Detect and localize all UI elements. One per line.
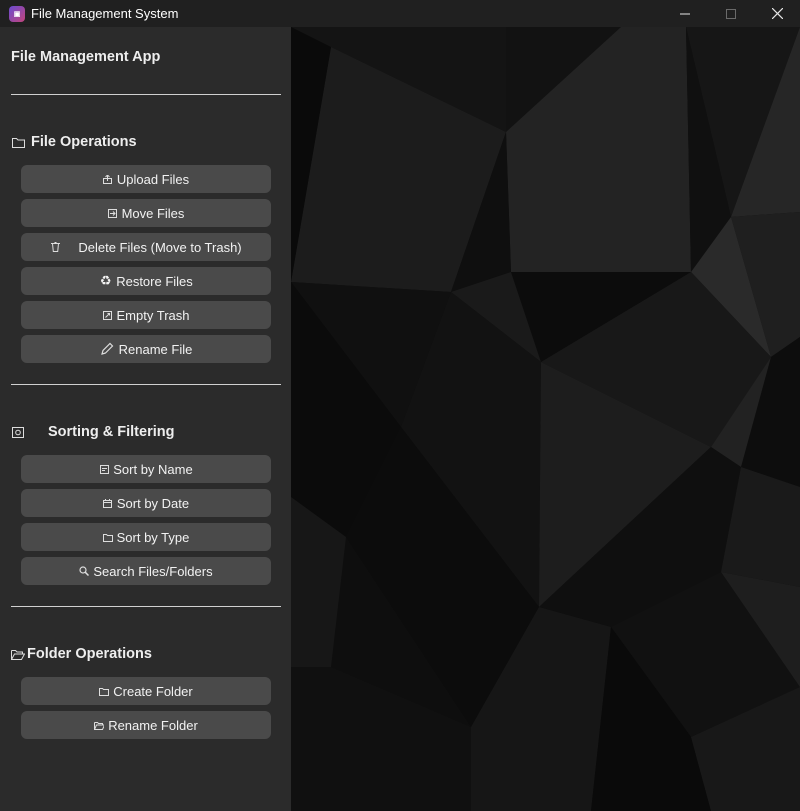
section-title: Sorting & Filtering [48, 424, 175, 440]
button-label: Search Files/Folders [93, 563, 213, 579]
search-icon [79, 566, 90, 576]
close-icon[interactable] [754, 0, 800, 27]
move-icon [108, 208, 118, 218]
sidebar: File Management App File Operations Uplo… [0, 27, 291, 811]
search-files-button[interactable]: Search Files/Folders [21, 557, 271, 585]
maximize-icon[interactable] [708, 0, 754, 27]
upload-icon [103, 174, 113, 184]
folder-type-icon [102, 532, 113, 542]
rename-file-button[interactable]: Rename File [21, 335, 271, 363]
button-label: Sort by Type [116, 529, 190, 545]
create-folder-icon [99, 686, 110, 696]
open-folder-icon [11, 648, 25, 660]
section-folder-operations: Folder Operations [11, 646, 152, 662]
button-label: Delete Files (Move to Trash) [78, 239, 242, 255]
section-title: Folder Operations [27, 646, 152, 662]
button-label: Upload Files [116, 171, 190, 187]
minimize-icon[interactable] [662, 0, 708, 27]
restore-files-button[interactable]: ♻ Restore Files [21, 267, 271, 295]
empty-trash-icon [103, 310, 113, 320]
rename-folder-button[interactable]: Rename Folder [21, 711, 271, 739]
create-folder-button[interactable]: Create Folder [21, 677, 271, 705]
move-files-button[interactable]: Move Files [21, 199, 271, 227]
sort-by-type-button[interactable]: Sort by Type [21, 523, 271, 551]
section-sorting-filtering: Sorting & Filtering [11, 424, 174, 440]
sort-by-name-button[interactable]: Sort by Name [21, 455, 271, 483]
calendar-icon [103, 498, 113, 508]
section-file-operations: File Operations [11, 134, 137, 150]
divider [11, 606, 281, 607]
section-title: File Operations [31, 134, 137, 150]
sort-filter-icon [11, 426, 25, 438]
window-controls [662, 0, 800, 27]
app-title: File Management App [11, 49, 161, 65]
sort-by-date-button[interactable]: Sort by Date [21, 489, 271, 517]
divider [11, 94, 281, 95]
button-label: Create Folder [113, 683, 193, 699]
background-image [291, 27, 800, 811]
empty-trash-button[interactable]: Empty Trash [21, 301, 271, 329]
rename-folder-icon [94, 720, 105, 730]
button-label: Sort by Date [116, 495, 190, 511]
divider [11, 384, 281, 385]
title-bar: ▣ File Management System [0, 0, 800, 27]
button-label: Rename File [118, 341, 193, 357]
trash-icon [50, 242, 60, 252]
app-logo-icon: ▣ [9, 5, 25, 22]
button-label: Move Files [121, 205, 185, 221]
recycle-icon: ♻ [99, 273, 112, 288]
sort-name-icon [99, 464, 109, 474]
window-title: File Management System [31, 6, 179, 21]
button-label: Restore Files [116, 273, 193, 289]
pencil-icon [100, 342, 114, 356]
folder-icon [11, 136, 25, 148]
button-label: Rename Folder [108, 717, 198, 733]
button-label: Empty Trash [116, 307, 190, 323]
delete-files-button[interactable]: Delete Files (Move to Trash) [21, 233, 271, 261]
upload-files-button[interactable]: Upload Files [21, 165, 271, 193]
button-label: Sort by Name [113, 461, 193, 477]
